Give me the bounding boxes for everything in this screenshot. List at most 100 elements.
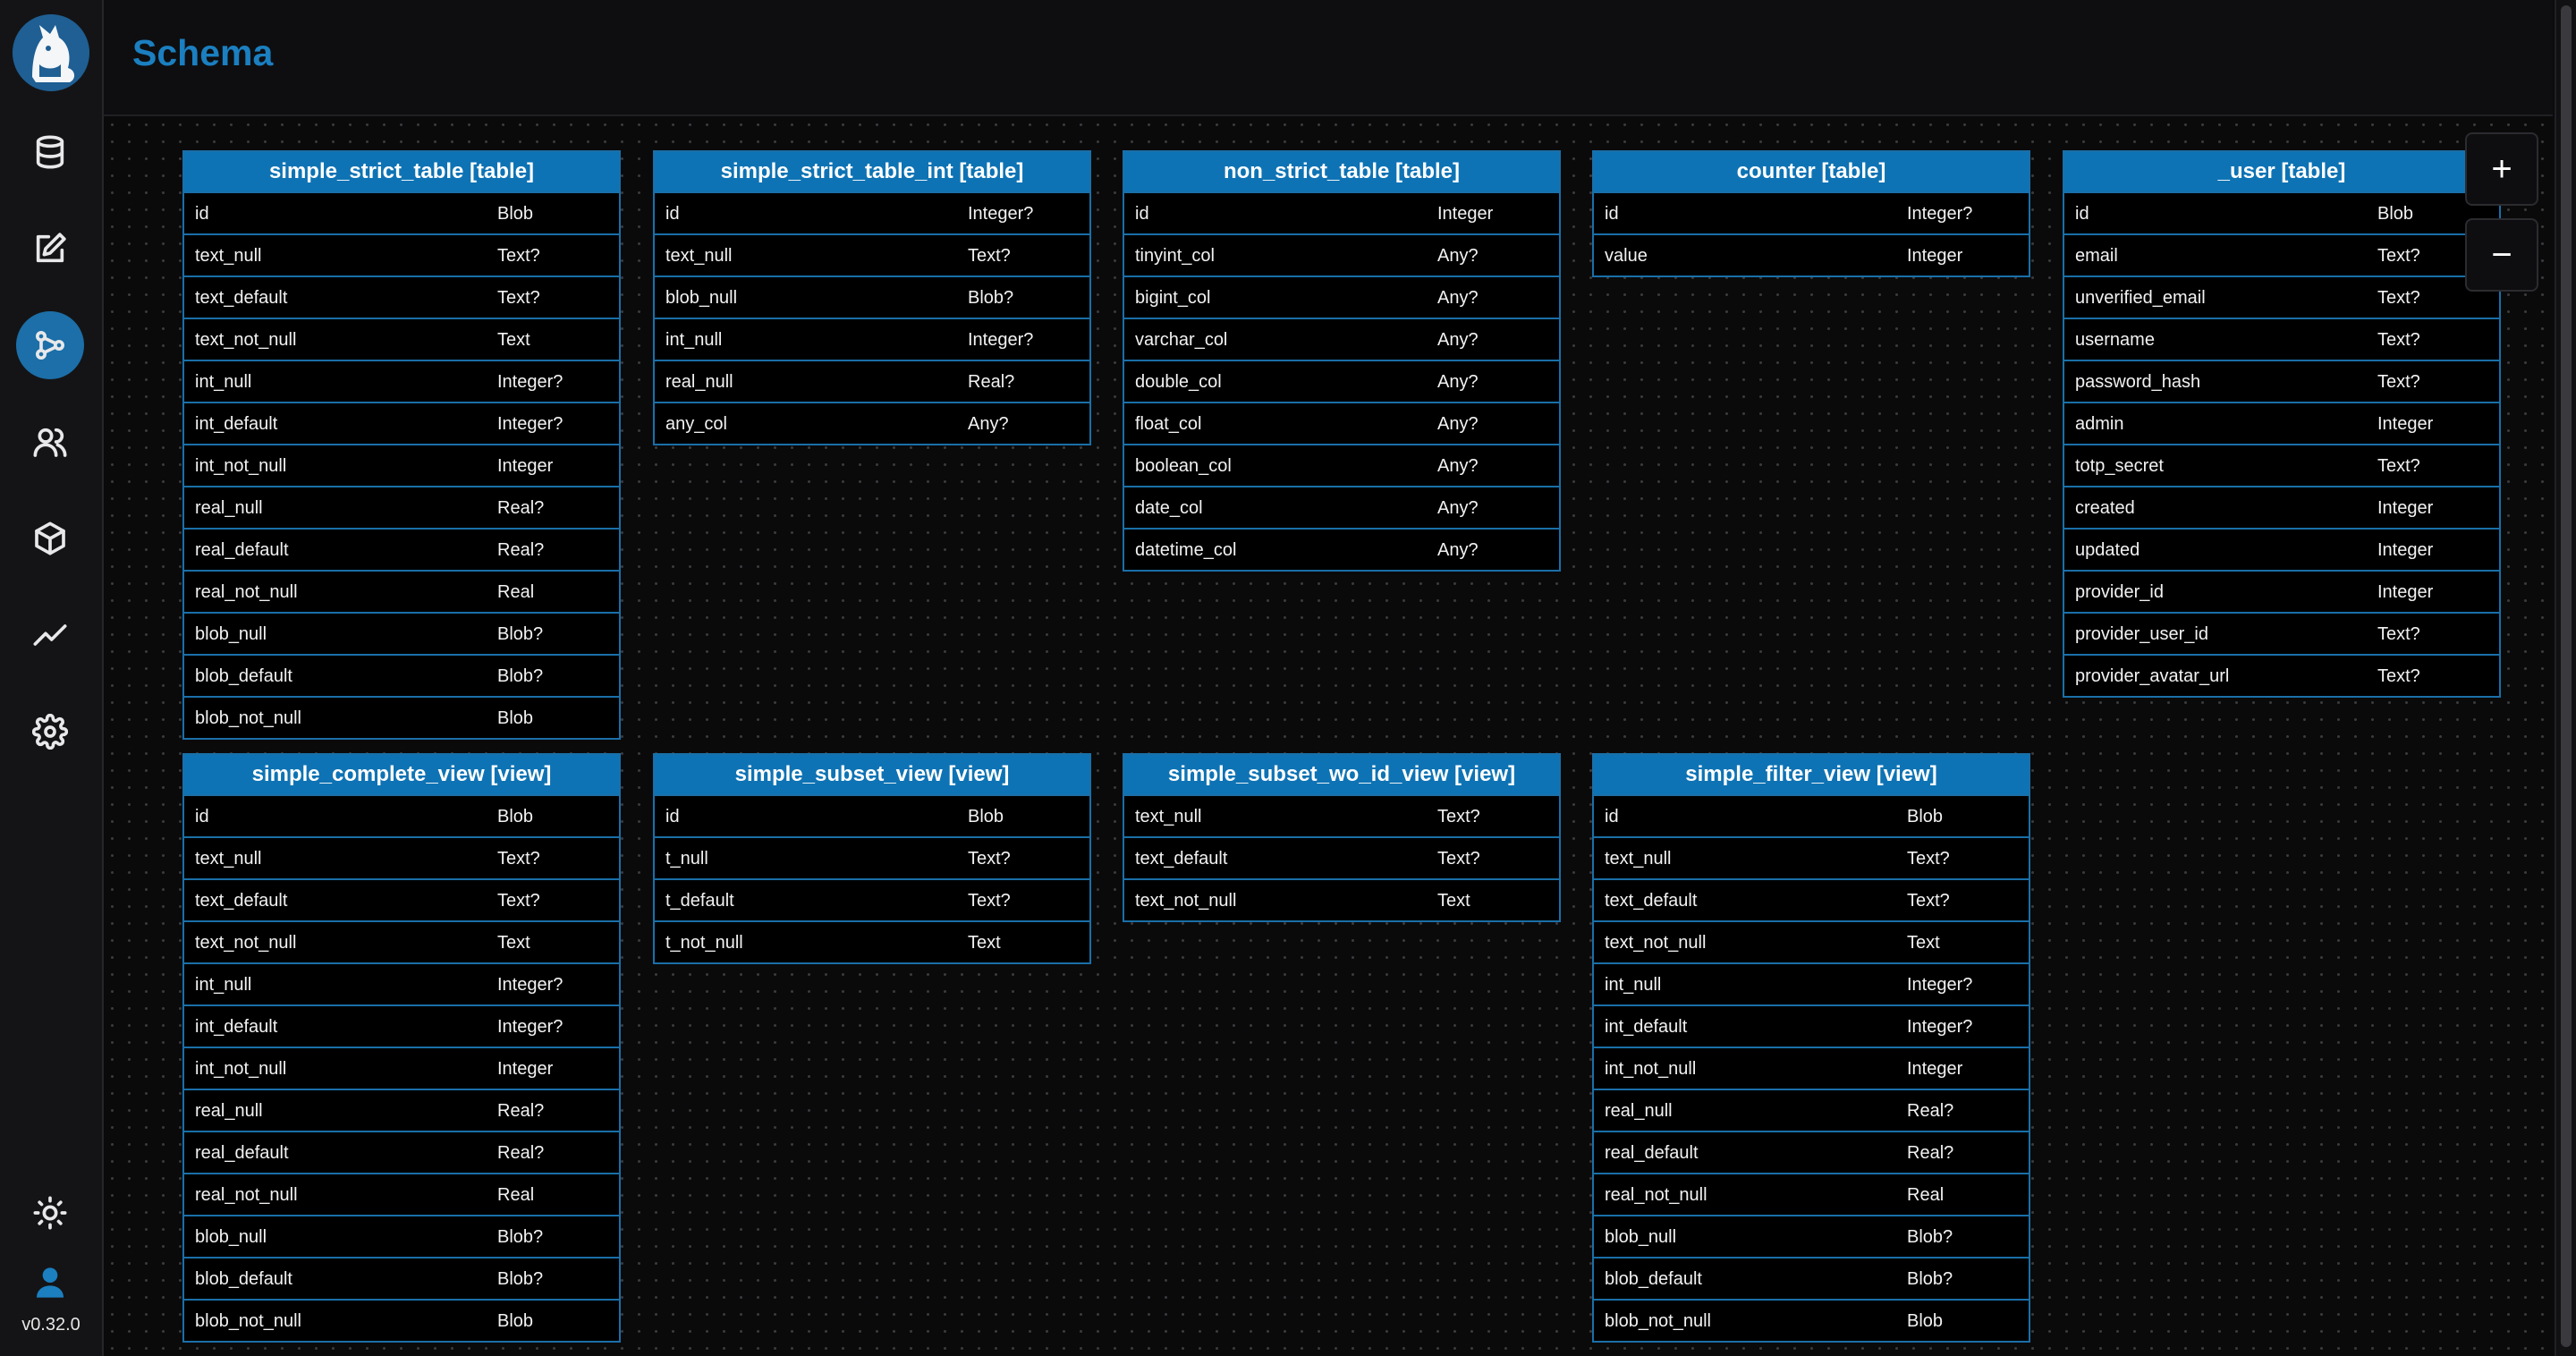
table-column-row[interactable]: any_col Any?	[655, 402, 1089, 444]
nav-metrics[interactable]	[16, 601, 84, 669]
table-column-row[interactable]: id Integer?	[1594, 191, 2029, 233]
table-column-row[interactable]: real_not_null Real	[1594, 1173, 2029, 1215]
scrollbar[interactable]	[2555, 0, 2576, 1356]
schema-table-card[interactable]: simple_subset_wo_id_view [view] text_null…	[1123, 753, 1561, 922]
table-column-row[interactable]: blob_default Blob?	[184, 1257, 619, 1299]
table-column-row[interactable]: text_null Text?	[184, 836, 619, 878]
table-column-row[interactable]: text_default Text?	[184, 878, 619, 920]
table-column-row[interactable]: real_default Real?	[184, 528, 619, 570]
table-column-row[interactable]: blob_not_null Blob	[184, 1299, 619, 1341]
app-logo[interactable]	[13, 14, 89, 91]
table-column-row[interactable]: blob_null Blob?	[655, 275, 1089, 318]
scrollbar-thumb[interactable]	[2561, 5, 2572, 1347]
table-column-row[interactable]: t_null Text?	[655, 836, 1089, 878]
table-column-row[interactable]: blob_not_null Blob	[184, 696, 619, 738]
table-column-row[interactable]: password_hash Text?	[2064, 360, 2499, 402]
table-column-row[interactable]: boolean_col Any?	[1124, 444, 1559, 486]
schema-table-card[interactable]: simple_filter_view [view] id Blob text_null…	[1592, 753, 2030, 1343]
table-column-row[interactable]: real_null Real?	[655, 360, 1089, 402]
table-title[interactable]: simple_complete_view [view]	[184, 755, 619, 794]
table-column-row[interactable]: provider_avatar_url Text?	[2064, 654, 2499, 696]
table-column-row[interactable]: blob_not_null Blob	[1594, 1299, 2029, 1341]
table-column-row[interactable]: text_null Text?	[1594, 836, 2029, 878]
nav-editor[interactable]	[16, 215, 84, 283]
zoom-in-button[interactable]: +	[2465, 132, 2538, 206]
table-title[interactable]: simple_subset_view [view]	[655, 755, 1089, 794]
table-column-row[interactable]: id Integer?	[655, 191, 1089, 233]
table-column-row[interactable]: id Blob	[184, 191, 619, 233]
table-column-row[interactable]: text_not_null Text	[184, 920, 619, 962]
table-column-row[interactable]: blob_default Blob?	[184, 654, 619, 696]
table-column-row[interactable]: datetime_col Any?	[1124, 528, 1559, 570]
table-column-row[interactable]: text_null Text?	[655, 233, 1089, 275]
table-column-row[interactable]: updated Integer	[2064, 528, 2499, 570]
table-column-row[interactable]: real_null Real?	[1594, 1089, 2029, 1131]
table-column-row[interactable]: int_null Integer?	[184, 962, 619, 1004]
table-column-row[interactable]: int_default Integer?	[184, 1004, 619, 1047]
table-column-row[interactable]: blob_null Blob?	[184, 1215, 619, 1257]
table-column-row[interactable]: int_not_null Integer	[1594, 1047, 2029, 1089]
table-column-row[interactable]: text_null Text?	[1124, 794, 1559, 836]
schema-table-card[interactable]: simple_subset_view [view] id Blob t_null Tex…	[653, 753, 1091, 964]
table-column-row[interactable]: real_default Real?	[1594, 1131, 2029, 1173]
schema-table-card[interactable]: simple_strict_table_int [table] id Integer…	[653, 150, 1091, 445]
nav-database[interactable]	[16, 118, 84, 186]
table-column-row[interactable]: real_default Real?	[184, 1131, 619, 1173]
table-column-row[interactable]: id Blob	[655, 794, 1089, 836]
schema-table-card[interactable]: non_strict_table [table] id Integer tinyint…	[1123, 150, 1561, 572]
table-column-row[interactable]: id Integer	[1124, 191, 1559, 233]
table-column-row[interactable]: text_default Text?	[1124, 836, 1559, 878]
table-title[interactable]: simple_filter_view [view]	[1594, 755, 2029, 794]
theme-toggle[interactable]	[16, 1179, 84, 1247]
table-title[interactable]: _user [table]	[2064, 152, 2499, 191]
table-column-row[interactable]: blob_null Blob?	[1594, 1215, 2029, 1257]
table-column-row[interactable]: blob_default Blob?	[1594, 1257, 2029, 1299]
table-column-row[interactable]: int_not_null Integer	[184, 1047, 619, 1089]
table-column-row[interactable]: blob_null Blob?	[184, 612, 619, 654]
table-column-row[interactable]: int_default Integer?	[184, 402, 619, 444]
table-column-row[interactable]: id Blob	[2064, 191, 2499, 233]
table-column-row[interactable]: id Blob	[184, 794, 619, 836]
schema-table-card[interactable]: simple_strict_table [table] id Blob text_nu…	[182, 150, 621, 740]
table-column-row[interactable]: provider_user_id Text?	[2064, 612, 2499, 654]
table-title[interactable]: simple_strict_table [table]	[184, 152, 619, 191]
table-column-row[interactable]: text_not_null Text	[1594, 920, 2029, 962]
table-column-row[interactable]: tinyint_col Any?	[1124, 233, 1559, 275]
table-column-row[interactable]: int_not_null Integer	[184, 444, 619, 486]
table-title[interactable]: simple_subset_wo_id_view [view]	[1124, 755, 1559, 794]
nav-schema[interactable]	[16, 311, 84, 379]
table-column-row[interactable]: int_null Integer?	[1594, 962, 2029, 1004]
table-column-row[interactable]: text_default Text?	[184, 275, 619, 318]
table-column-row[interactable]: int_null Integer?	[184, 360, 619, 402]
table-column-row[interactable]: real_null Real?	[184, 486, 619, 528]
table-title[interactable]: non_strict_table [table]	[1124, 152, 1559, 191]
table-column-row[interactable]: provider_id Integer	[2064, 570, 2499, 612]
nav-settings[interactable]	[16, 698, 84, 766]
nav-users[interactable]	[16, 408, 84, 476]
table-column-row[interactable]: text_not_null Text	[184, 318, 619, 360]
table-column-row[interactable]: varchar_col Any?	[1124, 318, 1559, 360]
table-column-row[interactable]: text_null Text?	[184, 233, 619, 275]
table-column-row[interactable]: unverified_email Text?	[2064, 275, 2499, 318]
table-column-row[interactable]: t_default Text?	[655, 878, 1089, 920]
table-column-row[interactable]: created Integer	[2064, 486, 2499, 528]
table-column-row[interactable]: bigint_col Any?	[1124, 275, 1559, 318]
schema-table-card[interactable]: simple_complete_view [view] id Blob text_nu…	[182, 753, 621, 1343]
table-title[interactable]: counter [table]	[1594, 152, 2029, 191]
table-column-row[interactable]: text_not_null Text	[1124, 878, 1559, 920]
table-column-row[interactable]: admin Integer	[2064, 402, 2499, 444]
table-title[interactable]: simple_strict_table_int [table]	[655, 152, 1089, 191]
table-column-row[interactable]: real_not_null Real	[184, 570, 619, 612]
table-column-row[interactable]: double_col Any?	[1124, 360, 1559, 402]
table-column-row[interactable]: int_null Integer?	[655, 318, 1089, 360]
account-button[interactable]	[16, 1249, 84, 1317]
table-column-row[interactable]: id Blob	[1594, 794, 2029, 836]
table-column-row[interactable]: totp_secret Text?	[2064, 444, 2499, 486]
schema-table-card[interactable]: counter [table] id Integer? value Integer	[1592, 150, 2030, 277]
table-column-row[interactable]: real_null Real?	[184, 1089, 619, 1131]
table-column-row[interactable]: float_col Any?	[1124, 402, 1559, 444]
table-column-row[interactable]: real_not_null Real	[184, 1173, 619, 1215]
table-column-row[interactable]: email Text?	[2064, 233, 2499, 275]
table-column-row[interactable]: t_not_null Text	[655, 920, 1089, 962]
table-column-row[interactable]: int_default Integer?	[1594, 1004, 2029, 1047]
